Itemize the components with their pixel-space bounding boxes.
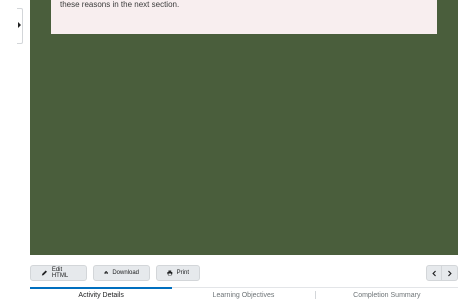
cloud-download-icon — [104, 271, 109, 275]
next-button[interactable] — [442, 265, 458, 281]
note-card: these reasons in the next section. — [51, 0, 437, 34]
tab-bar: Activity Details Learning Objectives Com… — [30, 287, 458, 304]
chevron-right-icon — [448, 270, 452, 276]
edit-html-label: Edit HTML — [51, 267, 69, 279]
tab-completion-summary[interactable]: Completion Summary — [316, 288, 458, 304]
printer-icon — [167, 270, 173, 276]
download-label: Download — [112, 270, 139, 276]
content-frame: these reasons in the next section. — [30, 0, 458, 255]
toolbar: Edit HTML Download Print — [30, 265, 200, 281]
side-rail — [0, 0, 23, 260]
previous-button[interactable] — [426, 265, 442, 281]
download-button[interactable]: Download — [93, 265, 150, 281]
edit-html-button[interactable]: Edit HTML — [30, 265, 87, 281]
pencil-icon — [41, 270, 47, 276]
print-label: Print — [176, 270, 189, 276]
tab-activity-details[interactable]: Activity Details — [30, 287, 173, 304]
chevron-left-icon — [431, 270, 436, 276]
page: these reasons in the next section. Edit … — [0, 0, 474, 304]
note-text: these reasons in the next section. — [60, 0, 180, 9]
tab-learning-objectives[interactable]: Learning Objectives — [172, 288, 314, 304]
side-panel-toggle[interactable] — [17, 8, 23, 44]
caret-right-icon — [18, 22, 21, 28]
pager — [426, 265, 458, 281]
print-button[interactable]: Print — [156, 265, 200, 281]
